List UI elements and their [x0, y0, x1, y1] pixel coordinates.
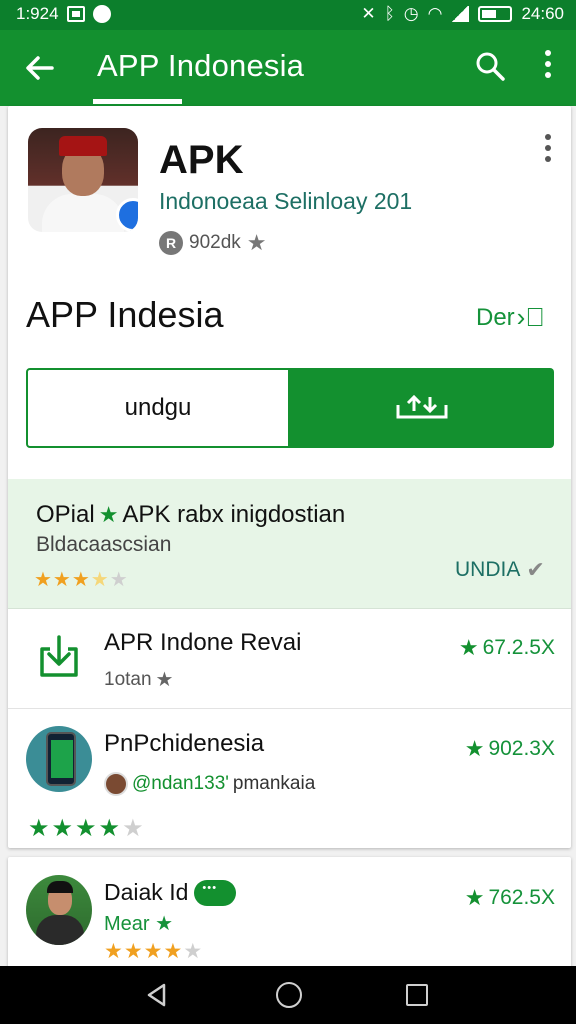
details-link[interactable]: Der ›⃞	[476, 302, 545, 333]
download-label: undgu	[124, 394, 192, 421]
app-notification-icon	[92, 5, 111, 23]
card-title: Daiak Id	[104, 879, 237, 906]
green-star-icon: ★	[464, 736, 485, 761]
green-star-icon: ★	[155, 913, 174, 935]
system-nav-bar	[0, 966, 576, 1024]
section-title: APP Indesia	[26, 294, 224, 335]
list-item-rating-stars: ★★★★★	[28, 815, 146, 842]
chat-bubble-icon	[194, 879, 237, 906]
green-star-icon: ★	[464, 885, 485, 910]
list-item-sub-text: 1otan	[104, 668, 152, 690]
star-icon: ★	[246, 230, 267, 255]
page-title: APP Indonesia	[97, 48, 305, 83]
chevron-right-icon: ›⃞	[516, 302, 545, 332]
download-label-button[interactable]: undgu	[26, 368, 290, 448]
app-detail-card: APK Indonoeaa Selinloay 201 R 902dk ★ AP…	[8, 106, 571, 848]
card-subtitle-text: Mear	[104, 913, 150, 935]
list-item-title: APR Indone Revai	[104, 629, 302, 656]
card-count: ★ 762.5X	[465, 885, 555, 911]
list-item-count: ★ 902.3X	[465, 736, 555, 762]
featured-item[interactable]: OPial ★ APK rabx inigdostian Bldacaascsi…	[8, 479, 571, 609]
download-button[interactable]	[289, 368, 554, 448]
overflow-menu-icon[interactable]	[538, 50, 558, 86]
check-icon: ✔	[526, 557, 545, 582]
app-name: APK	[159, 138, 244, 182]
notification-icon	[66, 6, 85, 22]
battery-icon	[478, 6, 513, 22]
featured-status-label: UNDIA	[455, 558, 521, 581]
featured-status: UNDIA ✔	[455, 557, 545, 583]
card-subtitle: Mear ★	[104, 911, 173, 936]
app-bar: APP Indonesia	[0, 30, 576, 106]
star-icon: ★	[155, 669, 174, 691]
mute-icon: ✕	[361, 4, 376, 23]
avatar	[104, 772, 128, 796]
app-icon[interactable]	[28, 128, 138, 232]
status-clock: 24:60	[521, 4, 564, 23]
status-time: 1:924	[16, 4, 59, 23]
list-item-count: ★ 67.2.5X	[459, 635, 555, 661]
list-item-count-text: 67.2.5X	[482, 636, 555, 659]
tab-indicator	[93, 99, 182, 104]
green-star-icon: ★	[458, 635, 479, 660]
card-menu-icon[interactable]	[542, 134, 554, 164]
featured-title-text: APK rabx inigdostian	[122, 501, 346, 528]
phone-app-icon	[26, 726, 92, 792]
card-rating-stars: ★★★★★	[104, 940, 204, 963]
profile-avatar	[26, 875, 92, 945]
nav-back-icon[interactable]	[144, 982, 170, 1008]
featured-subtitle: Bldacaascsian	[36, 533, 172, 556]
featured-title-prefix: OPial	[36, 501, 95, 528]
list-item-subtitle: @ndan133' pmankaia	[104, 772, 315, 796]
alarm-icon: ◷	[403, 4, 419, 23]
list-item[interactable]: PnPchidenesia @ndan133' pmankaia ★ 902.3…	[8, 710, 571, 848]
rating-row: R 902dk ★	[159, 230, 267, 256]
card-count-text: 762.5X	[488, 886, 555, 909]
download-icon	[396, 394, 447, 419]
content-rating-icon: R	[159, 231, 183, 255]
green-star-icon: ★	[98, 502, 119, 527]
details-label: Der	[476, 303, 515, 331]
list-item[interactable]: APR Indone Revai 1otan ★ ★ 67.2.5X	[8, 609, 571, 709]
nav-recents-icon[interactable]	[406, 984, 428, 1006]
app-developer[interactable]: Indonoeaa Selinloay 201	[159, 188, 412, 215]
rating-count: 902dk	[189, 232, 241, 253]
back-arrow-icon[interactable]	[22, 50, 58, 86]
featured-rating-stars: ★★★★★	[34, 569, 129, 591]
download-outline-icon	[40, 635, 78, 677]
signal-icon	[451, 6, 470, 22]
nav-home-icon[interactable]	[276, 982, 302, 1008]
list-item-title: PnPchidenesia	[104, 730, 265, 757]
search-icon[interactable]	[474, 50, 506, 82]
status-bar: 1:924 ✕ ᛒ ◷ ◠ 24:60	[0, 0, 576, 30]
wifi-icon: ◠	[427, 4, 443, 23]
featured-title: OPial ★ APK rabx inigdostian	[36, 501, 345, 529]
list-item-count-text: 902.3X	[488, 737, 555, 760]
list-item-sub-text: pmankaia	[232, 773, 316, 794]
list-item-handle: @ndan133'	[132, 773, 229, 794]
card-title-text: Daiak Id	[104, 879, 189, 905]
bluetooth-icon: ᛒ	[384, 4, 395, 23]
list-item-subtitle: 1otan ★	[104, 667, 173, 692]
